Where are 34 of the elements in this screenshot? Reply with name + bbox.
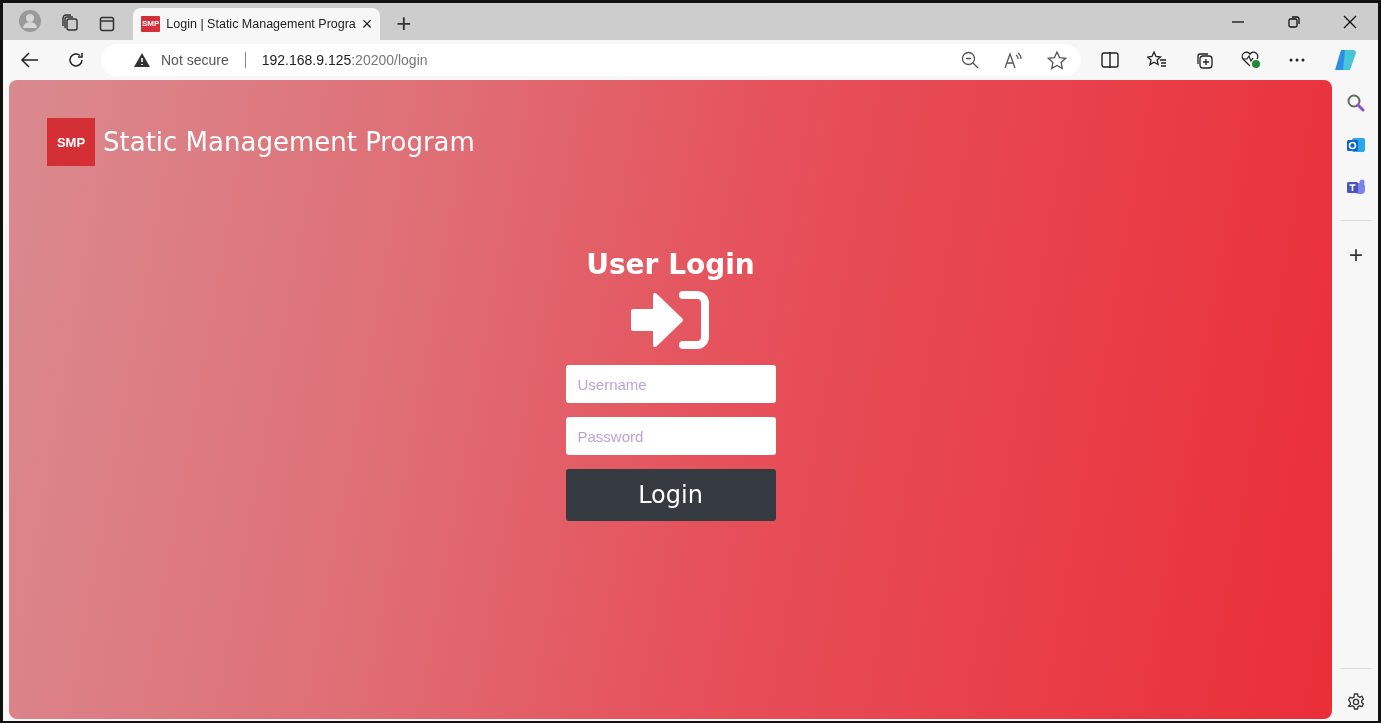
search-icon[interactable]: [1347, 94, 1365, 112]
login-button[interactable]: Login: [565, 469, 776, 521]
star-icon[interactable]: [1047, 50, 1067, 70]
health-check-icon[interactable]: [1241, 51, 1261, 69]
zoom-out-icon[interactable]: [961, 51, 979, 69]
settings-icon[interactable]: [1347, 693, 1365, 711]
login-heading: User Login: [586, 248, 755, 281]
app-title: Static Management Program: [103, 127, 475, 157]
split-screen-icon[interactable]: [1101, 52, 1119, 68]
tab-view-icon[interactable]: [99, 16, 115, 32]
new-tab-button[interactable]: +: [396, 10, 412, 36]
add-button[interactable]: +: [1349, 245, 1363, 265]
address-bar[interactable]: Not secure 192.168.9.125:20200/login: [101, 44, 1081, 76]
close-tab-button[interactable]: ×: [361, 13, 373, 35]
refresh-icon[interactable]: [67, 51, 85, 69]
username-field[interactable]: Username: [565, 365, 776, 403]
more-icon[interactable]: [1289, 58, 1305, 62]
security-status: Not secure: [161, 52, 229, 68]
browser-tab[interactable]: SMP Login | Static Management Progra ×: [133, 8, 381, 40]
workspaces-icon[interactable]: [61, 14, 79, 32]
close-icon[interactable]: [1343, 15, 1357, 29]
url-text: 192.168.9.125:20200/login: [261, 52, 428, 68]
favicon-logo: SMP: [141, 16, 161, 32]
smp-logo: SMP: [47, 118, 95, 166]
back-arrow-icon[interactable]: [21, 52, 39, 68]
read-aloud-icon[interactable]: [1003, 51, 1023, 69]
chat-app-icon[interactable]: [1346, 178, 1366, 196]
restore-icon[interactable]: [1287, 15, 1301, 29]
mail-app-icon[interactable]: [1346, 136, 1366, 154]
warning-icon: [133, 52, 151, 68]
sign-in-icon: [630, 289, 711, 351]
password-field[interactable]: Password: [565, 417, 776, 455]
collections-icon[interactable]: [1195, 51, 1213, 69]
favorites-icon[interactable]: [1147, 51, 1167, 69]
